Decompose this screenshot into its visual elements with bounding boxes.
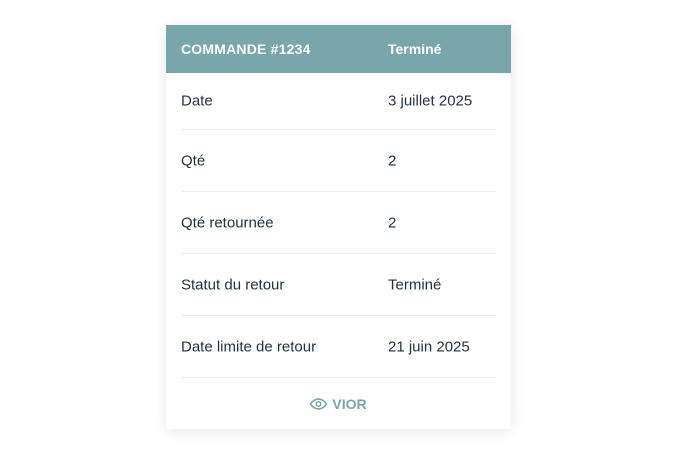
detail-row-return-deadline: Date limite de retour 21 juin 2025: [181, 316, 496, 378]
detail-label: Qté: [181, 152, 206, 169]
order-card: COMMANDE #1234 Terminé Date 3 juillet 20…: [166, 25, 511, 429]
detail-row-date: Date 3 juillet 2025: [181, 73, 496, 130]
order-title: COMMANDE #1234: [181, 41, 311, 57]
eye-icon: [310, 398, 328, 410]
detail-label: Qté retournée: [181, 214, 274, 231]
order-header: COMMANDE #1234 Terminé: [166, 25, 511, 73]
detail-label: Statut du retour: [181, 276, 285, 293]
detail-value: Terminé: [388, 276, 442, 293]
detail-label: Date limite de retour: [181, 338, 317, 355]
detail-value: 2: [388, 152, 397, 169]
detail-value: 21 juin 2025: [388, 338, 470, 355]
detail-row-return-status: Statut du retour Terminé: [181, 254, 496, 316]
detail-row-returned-quantity: Qté retournée 2: [181, 192, 496, 254]
view-button-label: VIOR: [332, 396, 367, 412]
detail-row-quantity: Qté 2: [181, 130, 496, 192]
view-button[interactable]: VIOR: [166, 390, 511, 418]
detail-label: Date: [181, 92, 213, 110]
detail-value: 3 juillet 2025: [388, 92, 473, 110]
detail-value: 2: [388, 214, 397, 231]
order-details: Date 3 juillet 2025 Qté 2 Qté retournée …: [181, 73, 496, 378]
order-status: Terminé: [388, 41, 442, 57]
